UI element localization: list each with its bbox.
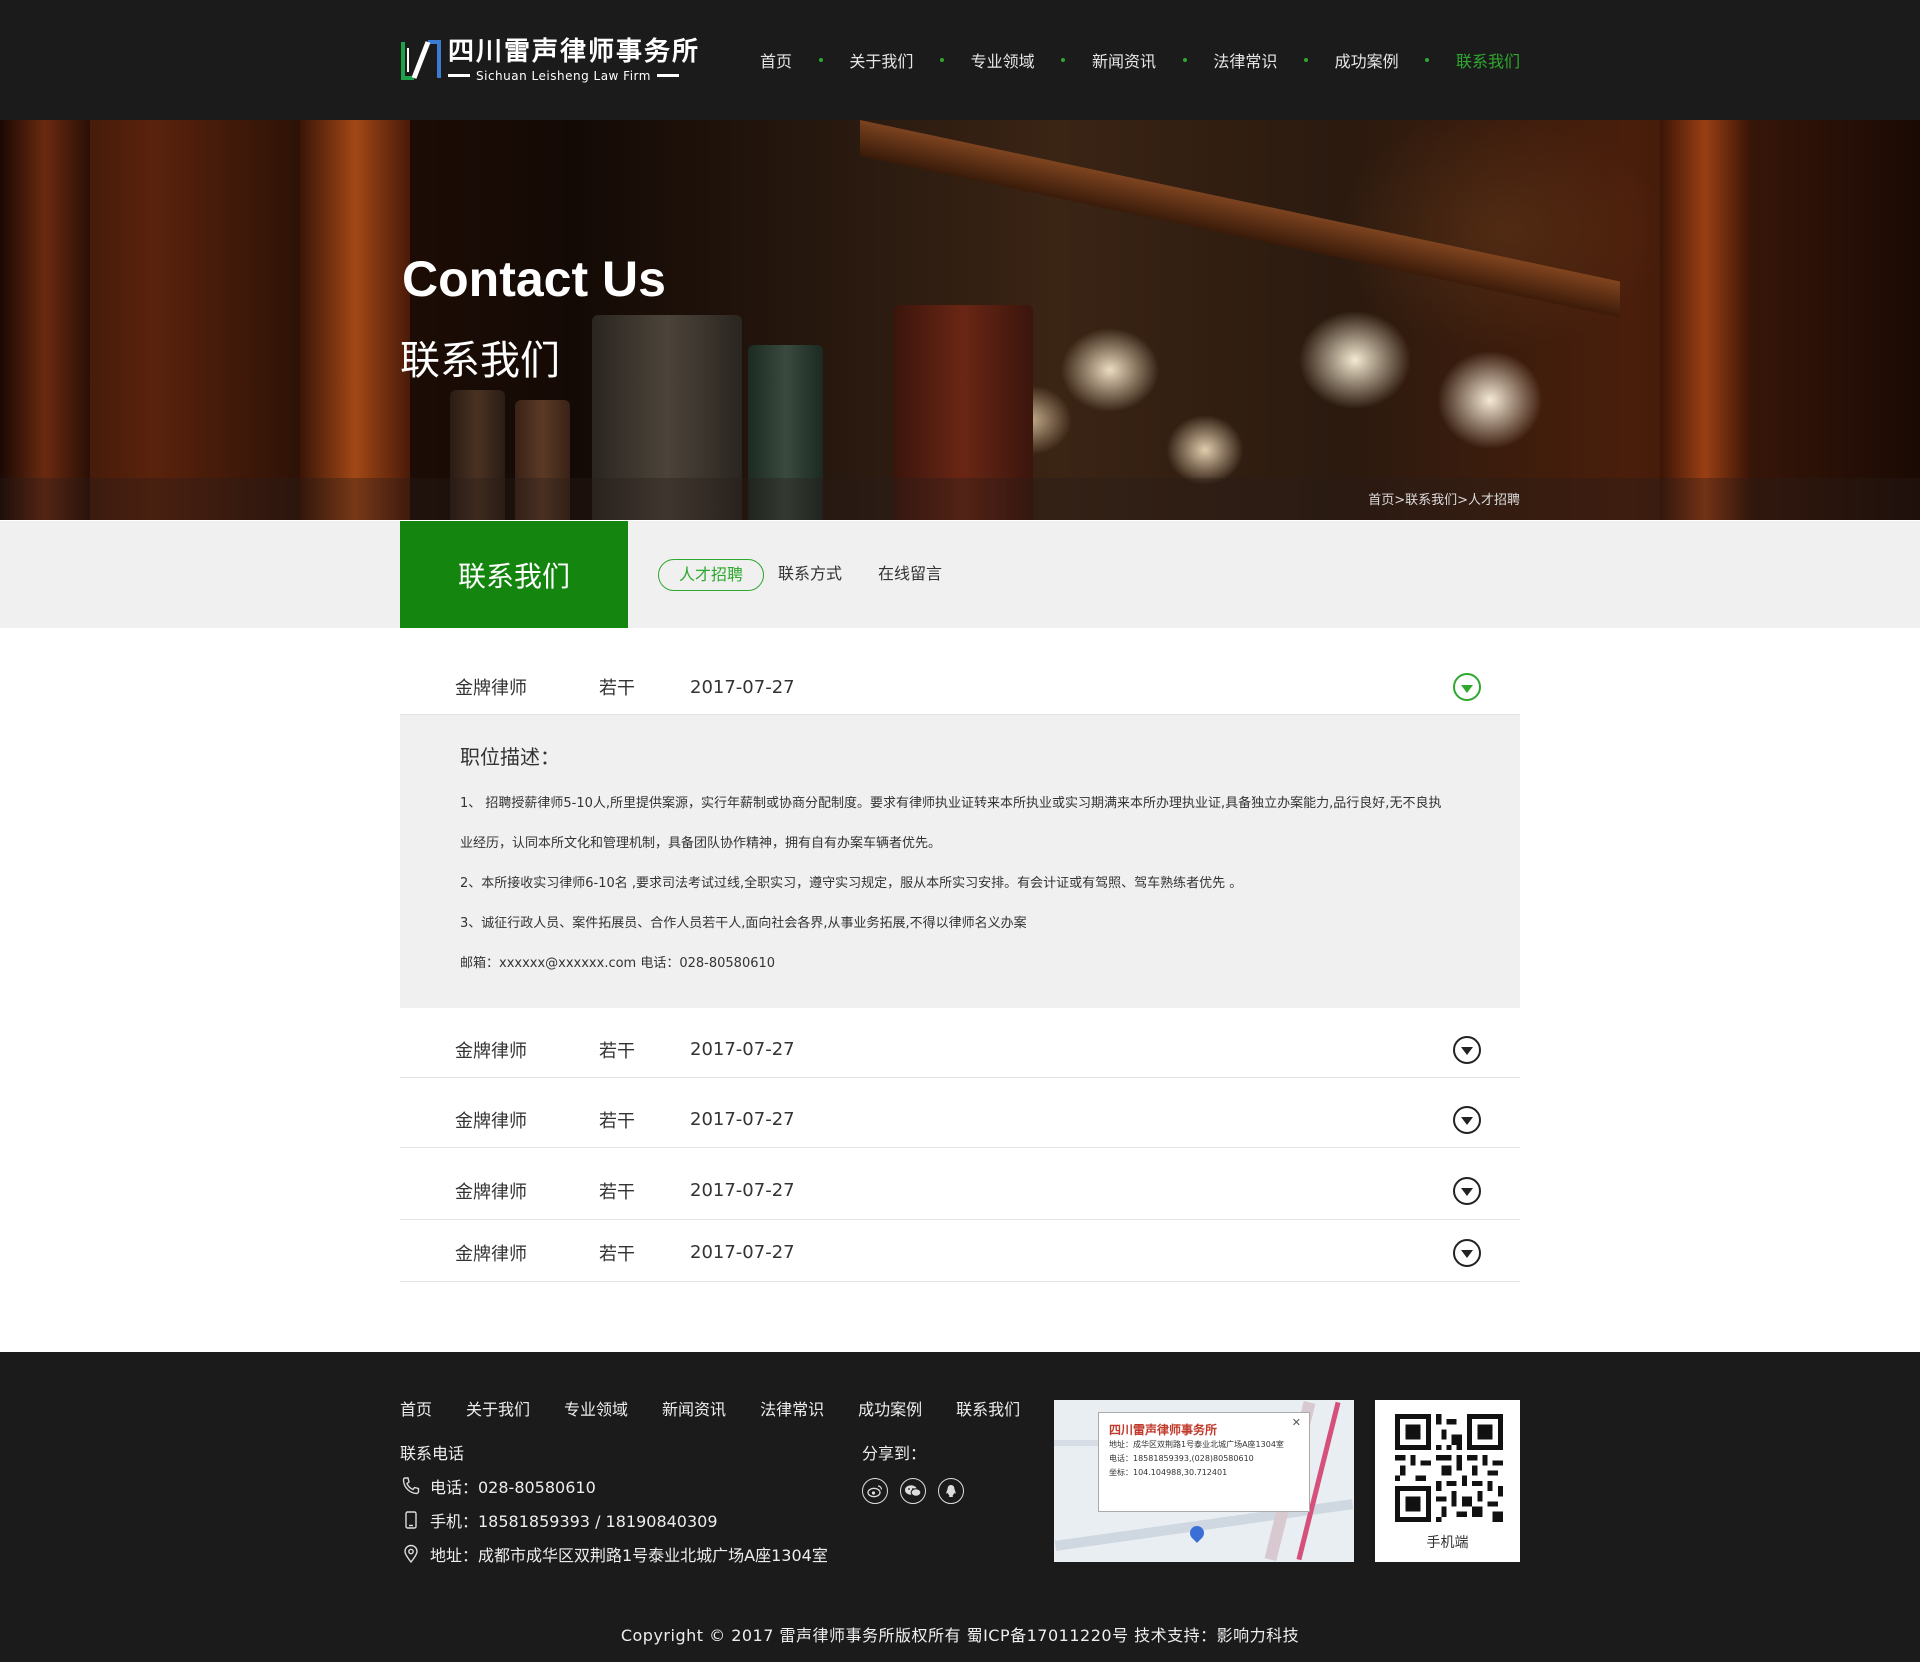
collapse-toggle-icon[interactable] (1453, 673, 1481, 701)
nav-separator (1425, 58, 1430, 62)
logo-name-cn: 四川雷声律师事务所 (448, 36, 701, 67)
logo-mark-icon (400, 38, 442, 82)
job-count: 若干 (599, 678, 635, 699)
footer-nav-home[interactable]: 首页 (400, 1396, 432, 1420)
nav-separator (1182, 58, 1187, 62)
location-pin-icon (400, 1543, 422, 1565)
contact-mobile: 手机：18581859393 / 18190840309 (400, 1508, 718, 1532)
job-row[interactable]: 金牌律师 若干 2017-07-27 (400, 1148, 1520, 1220)
banner-decor (300, 120, 410, 520)
job-count: 若干 (599, 1181, 635, 1203)
job-count: 若干 (599, 1110, 635, 1132)
nav-news[interactable]: 新闻资讯 (1092, 48, 1156, 72)
banner-decor (1660, 120, 1750, 520)
tab-online-message[interactable]: 在线留言 (878, 559, 942, 591)
banner-decor (0, 120, 90, 520)
site-footer: 首页 关于我们 专业领域 新闻资讯 法律常识 成功案例 联系我们 联系电话 电话… (0, 1352, 1920, 1662)
job-detail-heading: 职位描述： (460, 745, 560, 769)
section-title: 联系我们 (400, 521, 628, 628)
breadcrumb[interactable]: 首页>联系我们>人才招聘 (1368, 489, 1520, 508)
hero-banner: Contact Us 联系我们 首页>联系我们>人才招聘 (0, 120, 1920, 520)
job-title: 金牌律师 (455, 1040, 527, 1062)
share-heading: 分享到： (862, 1444, 927, 1463)
nav-separator (1061, 58, 1066, 62)
footer-nav-cases[interactable]: 成功案例 (858, 1396, 922, 1420)
job-title: 金牌律师 (455, 678, 527, 699)
footer-nav-news[interactable]: 新闻资讯 (662, 1396, 726, 1420)
job-date: 2017-07-27 (690, 676, 795, 698)
nav-separator (1303, 58, 1308, 62)
expand-toggle-icon[interactable] (1453, 1035, 1481, 1064)
close-icon[interactable]: ✕ (1292, 1416, 1301, 1429)
tab-contact-info[interactable]: 联系方式 (778, 559, 842, 591)
contact-heading: 联系电话 (400, 1444, 465, 1463)
expand-toggle-icon[interactable] (1453, 1105, 1481, 1134)
job-date: 2017-07-27 (690, 1109, 795, 1130)
job-title: 金牌律师 (455, 1243, 527, 1265)
job-count: 若干 (599, 1243, 635, 1265)
wechat-icon[interactable] (900, 1478, 926, 1504)
banner-decor (860, 120, 1620, 318)
tab-recruitment[interactable]: 人才招聘 (658, 559, 765, 591)
phone-icon (400, 1475, 422, 1497)
job-detail-line: 1、 招聘授薪律师5-10人,所里提供案源，实行年薪制或协商分配制度。要求有律师… (460, 796, 1442, 811)
job-row[interactable]: 金牌律师 若干 2017-07-27 (400, 1078, 1520, 1148)
job-detail-panel: 职位描述： 1、 招聘授薪律师5-10人,所里提供案源，实行年薪制或协商分配制度… (400, 715, 1520, 1008)
mobile-icon (400, 1509, 422, 1531)
weibo-icon[interactable] (862, 1478, 888, 1504)
job-title: 金牌律师 (455, 1110, 527, 1132)
job-detail-line: 业经历，认同本所文化和管理机制，具备团队协作精神，拥有自有办案车辆者优先。 (460, 836, 942, 851)
site-header: 四川雷声律师事务所 Sichuan Leisheng Law Firm 首页 关… (0, 0, 1920, 120)
job-detail-line: 2、本所接收实习律师6-10名 ,要求司法考试过线,全职实习，遵守实习规定，服从… (460, 876, 1243, 891)
footer-nav-about[interactable]: 关于我们 (466, 1396, 530, 1420)
nav-separator (940, 58, 944, 62)
qr-code-icon (1395, 1414, 1503, 1522)
banner-title-cn: 联系我们 (400, 338, 560, 384)
nav-cases[interactable]: 成功案例 (1335, 48, 1399, 72)
job-row[interactable]: 金牌律师 若干 2017-07-27 (400, 1008, 1520, 1078)
qq-icon[interactable] (938, 1478, 964, 1504)
job-list: 金牌律师 若干 2017-07-27 职位描述： 1、 招聘授薪律师5-10人,… (400, 660, 1520, 1282)
subnav-tabs: 人才招聘 联系方式 在线留言 (658, 559, 978, 591)
job-detail-line: 3、诚征行政人员、案件拓展员、合作人员若干人,面向社会各界,从事业务拓展,不得以… (460, 916, 1027, 931)
nav-legal-knowledge[interactable]: 法律常识 (1213, 48, 1277, 72)
job-row[interactable]: 金牌律师 若干 2017-07-27 (400, 1220, 1520, 1282)
map-info-popup: ✕ 四川雷声律师事务所 地址：成华区双荆路1号泰业北城广场A座1304室 电话：… (1098, 1412, 1310, 1512)
job-row[interactable]: 金牌律师 若干 2017-07-27 (400, 660, 1520, 715)
nav-contact[interactable]: 联系我们 (1456, 48, 1520, 72)
job-date: 2017-07-27 (690, 1039, 795, 1060)
nav-home[interactable]: 首页 (760, 48, 792, 72)
logo-name-en: Sichuan Leisheng Law Firm (476, 68, 651, 83)
qr-label: 手机端 (1426, 1535, 1469, 1551)
footer-nav: 首页 关于我们 专业领域 新闻资讯 法律常识 成功案例 联系我们 (400, 1396, 1054, 1420)
expand-toggle-icon[interactable] (1453, 1238, 1481, 1267)
nav-separator (818, 58, 823, 62)
footer-nav-contact[interactable]: 联系我们 (956, 1396, 1020, 1420)
banner-title-en: Contact Us (402, 251, 666, 307)
qr-code-card: 手机端 (1375, 1400, 1520, 1562)
job-title: 金牌律师 (455, 1181, 527, 1203)
contact-address: 地址：成都市成华区双荆路1号泰业北城广场A座1304室 (400, 1542, 828, 1566)
job-date: 2017-07-27 (690, 1242, 795, 1263)
expand-toggle-icon[interactable] (1453, 1176, 1481, 1205)
logo[interactable]: 四川雷声律师事务所 Sichuan Leisheng Law Firm (400, 36, 700, 84)
nav-practice-areas[interactable]: 专业领域 (971, 48, 1035, 72)
contact-phone: 电话：028-80580610 (400, 1474, 596, 1498)
footer-nav-legal-knowledge[interactable]: 法律常识 (760, 1396, 824, 1420)
location-map[interactable]: ✕ 四川雷声律师事务所 地址：成华区双荆路1号泰业北城广场A座1304室 电话：… (1054, 1400, 1354, 1562)
copyright: Copyright © 2017 雷声律师事务所版权所有 蜀ICP备170112… (620, 1626, 1300, 1645)
job-count: 若干 (599, 1040, 635, 1062)
main-nav: 首页 关于我们 专业领域 新闻资讯 法律常识 成功案例 联系我们 (760, 0, 1520, 120)
section-subnav: 联系我们 人才招聘 联系方式 在线留言 (0, 521, 1920, 628)
nav-about[interactable]: 关于我们 (849, 48, 913, 72)
job-date: 2017-07-27 (690, 1180, 795, 1201)
footer-nav-practice-areas[interactable]: 专业领域 (564, 1396, 628, 1420)
job-detail-contact: 邮箱：xxxxxx@xxxxxx.com 电话：028-80580610 (460, 956, 776, 971)
share-icons (862, 1478, 976, 1504)
